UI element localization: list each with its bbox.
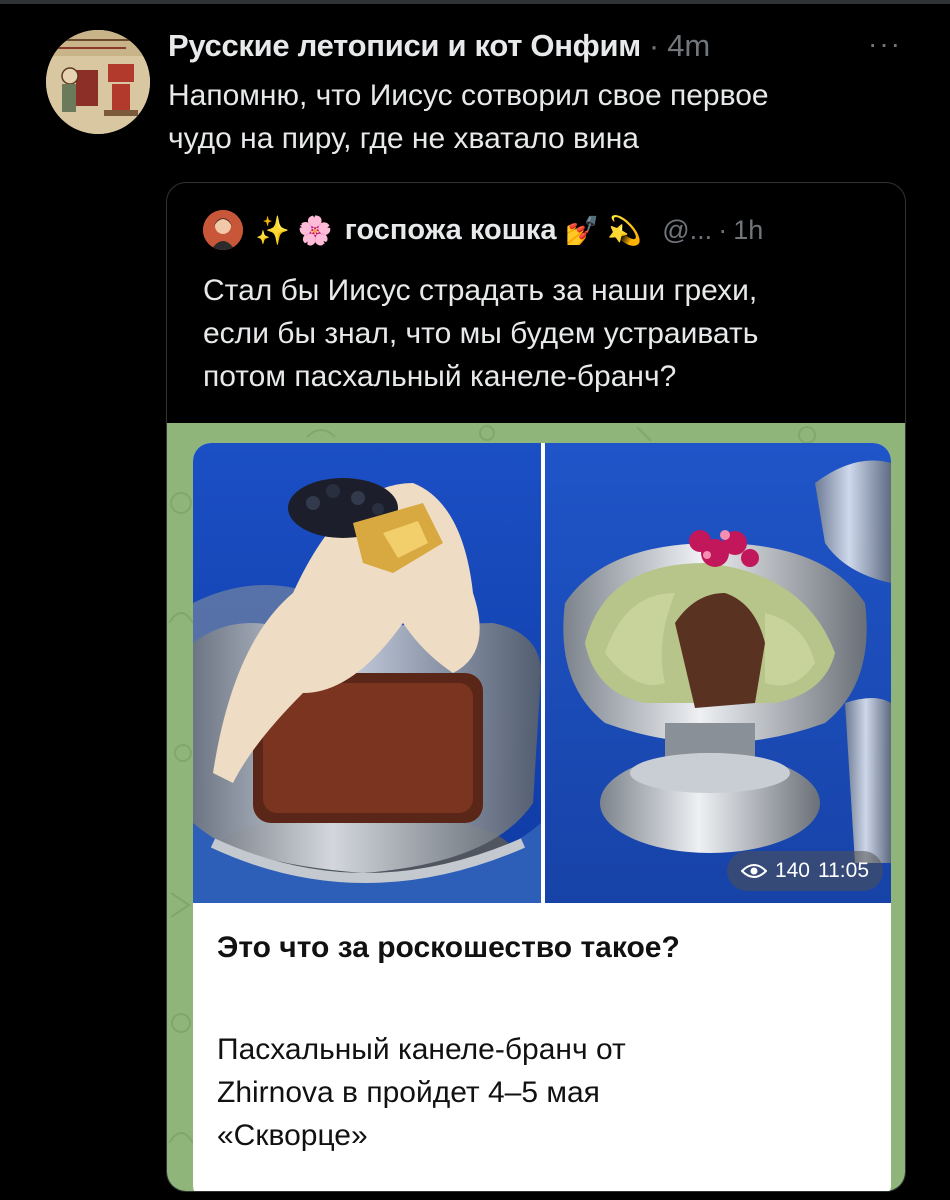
card-title: Это что за роскошество такое? [217,931,680,964]
quoted-tweet-header: ✨ 🌸 госпожа кошка 💅 💫 @... · 1h [203,207,763,253]
card-body: Пасхальный канеле-бранч от Zhirnova в пр… [217,1028,867,1157]
dizzy-icon: 💫 [607,214,643,246]
photo-pistachio-canele[interactable] [545,443,891,903]
views-count: 140 [774,859,810,882]
quoted-avatar-image [203,210,243,250]
quoted-media[interactable]: 140 11:05 Это что за роскошество такое? … [167,423,905,1191]
card-body-line: «Скворце» [217,1119,368,1152]
card-body-line: Пасхальный канеле-бранч от [217,1033,626,1066]
tweet-time[interactable]: 4m [667,28,710,64]
sparkles-icon: ✨ [255,214,290,246]
quoted-text-line: потом пасхальный канеле-бранч? [203,360,677,393]
quoted-separator: · [718,214,728,245]
quoted-text-line: если бы знал, что мы будем устраивать [203,317,759,350]
tweet-text: Напомню, что Иисус сотворил свое первое … [168,74,908,160]
quoted-author-name[interactable]: госпожа кошка [345,214,557,247]
quoted-text-line: Стал бы Иисус страдать за наши грехи, [203,274,758,307]
photo-caviar-canele[interactable] [193,443,541,903]
author-name[interactable]: Русские летописи и кот Онфим [168,28,641,64]
channel-post-card[interactable]: 140 11:05 Это что за роскошество такое? … [193,443,891,1191]
quoted-time[interactable]: 1h [733,215,763,246]
card-body-line: Zhirnova в пройдет 4–5 мая [217,1076,600,1109]
tweet-header: Русские летописи и кот Онфим · 4m [168,26,710,66]
quoted-tweet[interactable]: ✨ 🌸 госпожа кошка 💅 💫 @... · 1h Стал бы … [166,182,906,1192]
more-icon[interactable]: ··· [868,28,902,60]
manuscript-avatar-image [46,30,150,134]
pistachio-canele-image [545,443,891,903]
top-divider [0,0,950,4]
nail-polish-icon: 💅 [564,214,600,246]
eye-icon [740,864,767,878]
post-time: 11:05 [818,859,869,882]
views-badge: 140 11:05 [726,851,883,891]
blossom-icon: 🌸 [297,214,333,246]
tweet-text-line: чудо на пиру, где не хватало вина [168,122,639,155]
quoted-tweet-text: Стал бы Иисус страдать за наши грехи, ес… [203,269,883,398]
quoted-author-handle: @... [662,214,713,245]
caviar-canele-image [193,443,541,903]
quoted-author-avatar[interactable] [203,210,243,250]
author-avatar[interactable] [46,30,150,134]
tweet-separator: · [648,28,660,63]
tweet-text-line: Напомню, что Иисус сотворил свое первое [168,79,769,112]
